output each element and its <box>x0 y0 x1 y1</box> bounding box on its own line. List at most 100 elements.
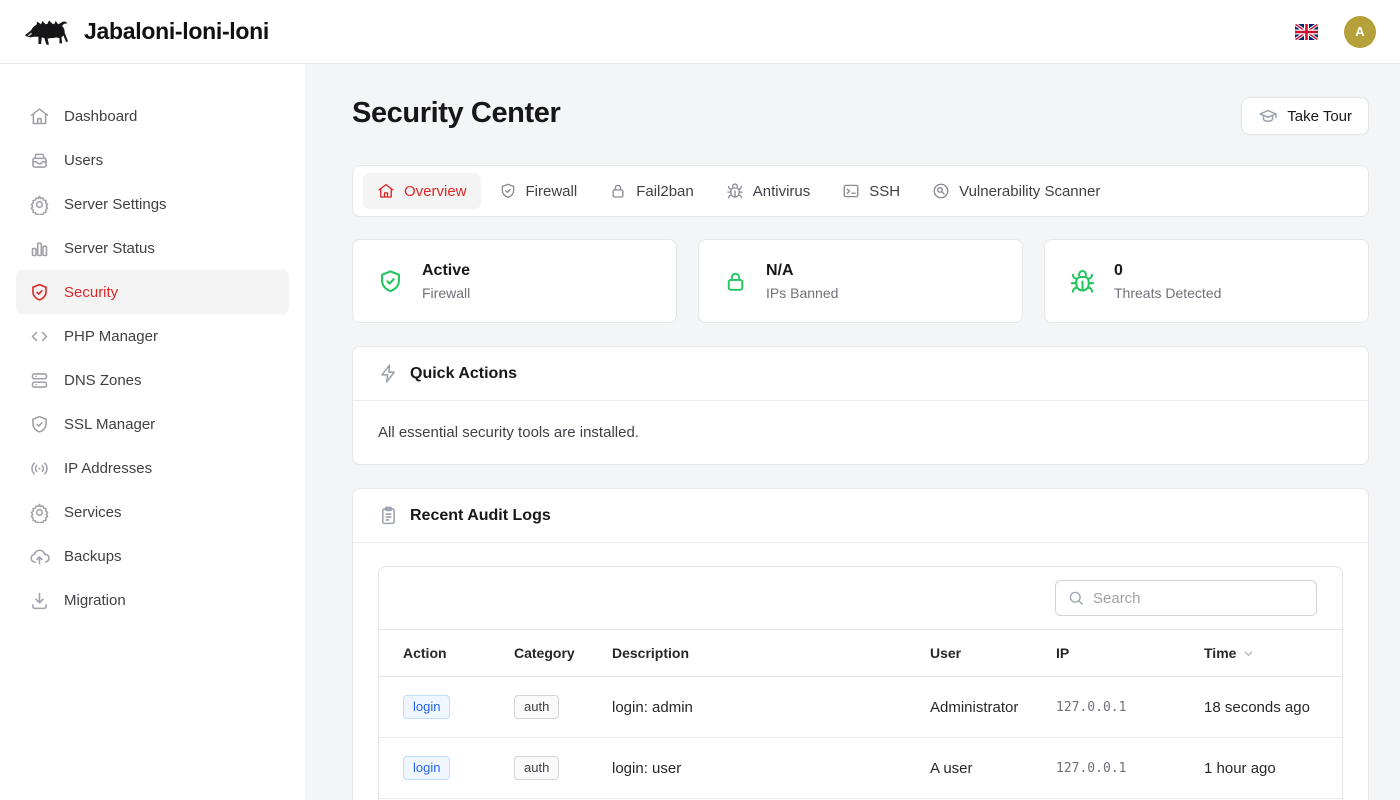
tab-overview[interactable]: Overview <box>363 173 481 209</box>
brand-logo[interactable]: Jabaloni-loni-loni <box>24 15 269 48</box>
broadcast-icon <box>28 457 50 479</box>
security-tabs: Overview Firewall Fail2ban Antivirus SSH… <box>352 165 1369 217</box>
shield-check-icon <box>28 413 50 435</box>
clipboard-list-icon <box>378 505 399 526</box>
audit-table: Action Category Description User IP Time <box>379 629 1342 799</box>
user-cell: Administrator <box>906 677 1032 738</box>
lock-icon <box>609 182 627 200</box>
chevron-down-icon <box>1242 647 1255 660</box>
sidebar-item-backups[interactable]: Backups <box>16 534 289 578</box>
sidebar-item-label: Dashboard <box>64 108 137 125</box>
table-row: login auth login: user A user 127.0.0.1 … <box>379 738 1342 799</box>
tab-ssh[interactable]: SSH <box>828 173 914 209</box>
tab-label: Vulnerability Scanner <box>959 183 1100 200</box>
search-input[interactable] <box>1093 590 1305 607</box>
sidebar-item-label: Server Settings <box>64 196 167 213</box>
status-card-firewall: Active Firewall <box>352 239 677 323</box>
sidebar-item-services[interactable]: Services <box>16 490 289 534</box>
status-value: N/A <box>766 262 838 280</box>
sidebar-item-migration[interactable]: Migration <box>16 578 289 622</box>
audit-logs-card: Recent Audit Logs <box>352 488 1369 800</box>
tab-vulnerability-scanner[interactable]: Vulnerability Scanner <box>918 173 1114 209</box>
brand-title: Jabaloni-loni-loni <box>84 18 269 45</box>
table-row: login auth login: admin Administrator 12… <box>379 677 1342 738</box>
tab-label: Overview <box>404 183 467 200</box>
lock-icon <box>723 269 748 294</box>
sidebar-item-dns-zones[interactable]: DNS Zones <box>16 358 289 402</box>
sidebar-item-ssl-manager[interactable]: SSL Manager <box>16 402 289 446</box>
page-title: Security Center <box>352 97 560 130</box>
audit-logs-title: Recent Audit Logs <box>410 507 551 525</box>
tab-firewall[interactable]: Firewall <box>485 173 592 209</box>
sidebar-item-label: Backups <box>64 548 122 565</box>
status-value: 0 <box>1114 262 1221 280</box>
action-badge: login <box>403 695 450 719</box>
quick-actions-message: All essential security tools are install… <box>378 424 639 441</box>
column-header-user[interactable]: User <box>906 630 1032 677</box>
category-badge: auth <box>514 756 559 780</box>
gear-icon <box>28 193 50 215</box>
sidebar-item-label: IP Addresses <box>64 460 152 477</box>
sidebar-item-label: Services <box>64 504 122 521</box>
lightning-icon <box>378 363 399 384</box>
status-card-ips-banned: N/A IPs Banned <box>698 239 1023 323</box>
status-cards: Active Firewall N/A IPs Banned 0 Threats… <box>352 239 1369 323</box>
search-icon <box>1067 589 1085 607</box>
column-header-description[interactable]: Description <box>588 630 906 677</box>
sidebar-item-php-manager[interactable]: PHP Manager <box>16 314 289 358</box>
sidebar-item-dashboard[interactable]: Dashboard <box>16 94 289 138</box>
tab-label: Fail2ban <box>636 183 694 200</box>
audit-search[interactable] <box>1055 580 1317 616</box>
sidebar-item-label: Server Status <box>64 240 155 257</box>
sidebar-item-users[interactable]: Users <box>16 138 289 182</box>
home-icon <box>377 182 395 200</box>
column-header-action[interactable]: Action <box>379 630 490 677</box>
sidebar: Dashboard Users Server Settings Server S… <box>0 64 305 800</box>
sidebar-item-ip-addresses[interactable]: IP Addresses <box>16 446 289 490</box>
sidebar-item-label: Security <box>64 284 118 301</box>
code-icon <box>28 325 50 347</box>
column-header-category[interactable]: Category <box>490 630 588 677</box>
tab-antivirus[interactable]: Antivirus <box>712 173 825 209</box>
status-label: Threats Detected <box>1114 285 1221 301</box>
terminal-icon <box>842 182 860 200</box>
home-icon <box>28 105 50 127</box>
status-value: Active <box>422 262 470 280</box>
column-header-time[interactable]: Time <box>1180 630 1342 677</box>
tab-label: SSH <box>869 183 900 200</box>
tab-label: Firewall <box>526 183 578 200</box>
sidebar-item-label: PHP Manager <box>64 328 158 345</box>
table-header-row: Action Category Description User IP Time <box>379 630 1342 677</box>
download-icon <box>28 589 50 611</box>
shield-check-icon <box>499 182 517 200</box>
sidebar-item-label: Users <box>64 152 103 169</box>
search-circle-icon <box>932 182 950 200</box>
time-cell: 1 hour ago <box>1180 738 1342 799</box>
language-uk-flag-icon[interactable] <box>1295 24 1318 40</box>
sidebar-item-label: SSL Manager <box>64 416 155 433</box>
boar-logo-icon <box>24 15 70 48</box>
sidebar-item-label: DNS Zones <box>64 372 142 389</box>
sidebar-item-security[interactable]: Security <box>16 270 289 314</box>
shield-check-icon <box>28 281 50 303</box>
cloud-upload-icon <box>28 545 50 567</box>
user-cell: A user <box>906 738 1032 799</box>
sidebar-item-label: Migration <box>64 592 126 609</box>
user-avatar[interactable]: A <box>1344 16 1376 48</box>
ip-cell: 127.0.0.1 <box>1032 738 1180 799</box>
quick-actions-title: Quick Actions <box>410 365 517 383</box>
audit-table-card: Action Category Description User IP Time <box>378 566 1343 800</box>
take-tour-button[interactable]: Take Tour <box>1241 97 1369 135</box>
bug-icon <box>1069 268 1096 295</box>
sidebar-item-server-status[interactable]: Server Status <box>16 226 289 270</box>
bug-icon <box>726 182 744 200</box>
tab-fail2ban[interactable]: Fail2ban <box>595 173 708 209</box>
main-content: Security Center Take Tour Overview Firew… <box>305 64 1400 800</box>
shield-check-icon <box>377 268 404 295</box>
status-card-threats: 0 Threats Detected <box>1044 239 1369 323</box>
status-label: IPs Banned <box>766 285 838 301</box>
column-header-ip[interactable]: IP <box>1032 630 1180 677</box>
quick-actions-card: Quick Actions All essential security too… <box>352 346 1369 465</box>
sidebar-item-server-settings[interactable]: Server Settings <box>16 182 289 226</box>
ip-cell: 127.0.0.1 <box>1032 677 1180 738</box>
